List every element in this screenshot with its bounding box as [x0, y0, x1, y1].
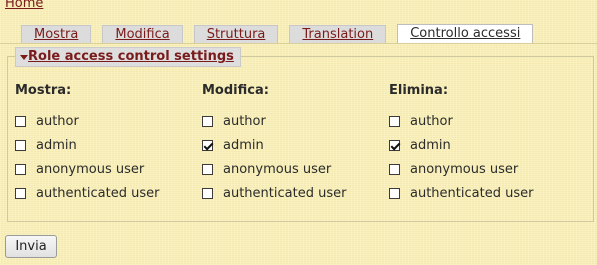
checkbox-modifica-anonymous[interactable]: [202, 163, 213, 175]
checkbox-row-elimina-anonymous[interactable]: anonymous user: [389, 157, 533, 181]
checkbox-label: admin: [223, 137, 264, 153]
column-title-mostra: Mostra:: [15, 83, 72, 98]
checkbox-row-modifica-admin[interactable]: admin: [202, 133, 346, 157]
checkbox-mostra-admin[interactable]: [15, 139, 26, 151]
checkbox-label: anonymous user: [223, 161, 332, 177]
submit-button[interactable]: Invia: [5, 235, 57, 258]
collapse-triangle-icon: [20, 55, 28, 60]
checkbox-label: author: [410, 113, 453, 129]
checkbox-elimina-authenticated[interactable]: [389, 187, 400, 199]
checkbox-row-elimina-author[interactable]: author: [389, 109, 533, 133]
checkbox-row-mostra-authenticated[interactable]: authenticated user: [15, 181, 159, 205]
checkbox-elimina-admin[interactable]: [389, 139, 400, 151]
checkbox-label: authenticated user: [410, 185, 534, 201]
checkbox-mostra-authenticated[interactable]: [15, 187, 26, 199]
column-title-elimina: Elimina:: [389, 83, 449, 98]
checkbox-label: anonymous user: [36, 161, 145, 177]
checkbox-label: admin: [410, 137, 451, 153]
tab-bar: Mostra Modifica Struttura Translation Co…: [21, 24, 534, 44]
checkbox-row-modifica-author[interactable]: author: [202, 109, 346, 133]
checkbox-row-mostra-admin[interactable]: admin: [15, 133, 159, 157]
tab-mostra[interactable]: Mostra: [21, 25, 92, 44]
checkbox-elimina-anonymous[interactable]: [389, 163, 400, 175]
checkbox-elimina-author[interactable]: [389, 115, 400, 127]
column-modifica: Modifica: author admin anonymous user au…: [202, 83, 346, 205]
checkbox-row-elimina-authenticated[interactable]: authenticated user: [389, 181, 533, 205]
legend-label: Role access control settings: [28, 49, 234, 64]
tab-struttura[interactable]: Struttura: [193, 25, 279, 44]
tab-translation[interactable]: Translation: [289, 25, 387, 44]
checkbox-row-mostra-author[interactable]: author: [15, 109, 159, 133]
checkbox-label: authenticated user: [36, 185, 160, 201]
breadcrumb: Home: [5, 0, 43, 11]
checkbox-modifica-authenticated[interactable]: [202, 187, 213, 199]
column-mostra: Mostra: author admin anonymous user auth…: [15, 83, 159, 205]
breadcrumb-home-link[interactable]: Home: [5, 0, 43, 11]
checkbox-row-mostra-anonymous[interactable]: anonymous user: [15, 157, 159, 181]
role-access-legend-toggle[interactable]: Role access control settings: [15, 47, 241, 67]
checkbox-mostra-author[interactable]: [15, 115, 26, 127]
checkbox-row-elimina-admin[interactable]: admin: [389, 133, 533, 157]
checkbox-row-modifica-authenticated[interactable]: authenticated user: [202, 181, 346, 205]
checkbox-label: author: [223, 113, 266, 129]
column-title-modifica: Modifica:: [202, 83, 269, 98]
checkbox-modifica-admin[interactable]: [202, 139, 213, 151]
checkbox-label: authenticated user: [223, 185, 347, 201]
checkbox-label: admin: [36, 137, 77, 153]
checkbox-modifica-author[interactable]: [202, 115, 213, 127]
column-elimina: Elimina: author admin anonymous user aut…: [389, 83, 533, 205]
checkbox-label: author: [36, 113, 79, 129]
tab-controllo-accessi[interactable]: Controllo accessi: [397, 24, 534, 44]
checkbox-label: anonymous user: [410, 161, 519, 177]
checkbox-row-modifica-anonymous[interactable]: anonymous user: [202, 157, 346, 181]
checkbox-mostra-anonymous[interactable]: [15, 163, 26, 175]
tab-underline-divider: [0, 43, 597, 44]
tab-modifica[interactable]: Modifica: [102, 25, 183, 44]
